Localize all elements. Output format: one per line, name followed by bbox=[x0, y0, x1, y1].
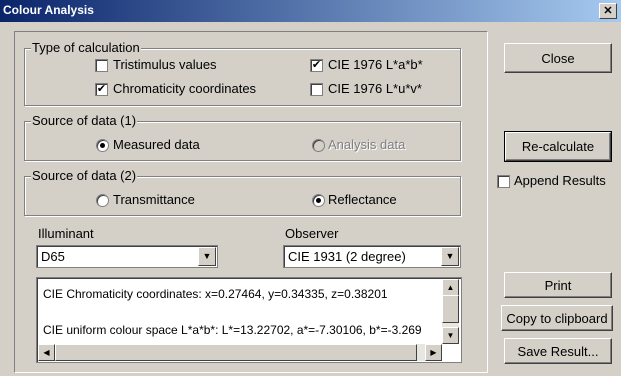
analysis-label: Analysis data bbox=[328, 137, 406, 152]
observer-value: CIE 1931 (2 degree) bbox=[288, 249, 406, 264]
cielab-label: CIE 1976 L*a*b* bbox=[328, 57, 423, 72]
cielab-checkbox[interactable]: ✔ bbox=[310, 59, 323, 72]
scroll-right-icon[interactable]: ▶ bbox=[425, 344, 442, 361]
chromaticity-checkbox[interactable]: ✔ bbox=[95, 83, 108, 96]
append-results-checkbox[interactable] bbox=[497, 175, 510, 188]
reflectance-radio[interactable] bbox=[312, 194, 325, 207]
tristimulus-checkbox[interactable] bbox=[95, 59, 108, 72]
observer-select[interactable]: CIE 1931 (2 degree) ▼ bbox=[283, 245, 461, 268]
measured-label: Measured data bbox=[113, 137, 200, 152]
title-bar: Colour Analysis ✕ bbox=[0, 0, 621, 22]
scroll-down-icon[interactable]: ▼ bbox=[442, 327, 459, 344]
transmittance-label: Transmittance bbox=[113, 192, 195, 207]
measured-radio[interactable] bbox=[96, 139, 109, 152]
scroll-left-icon[interactable]: ◀ bbox=[38, 344, 55, 361]
analysis-radio[interactable] bbox=[312, 139, 325, 152]
calc-type-legend: Type of calculation bbox=[31, 40, 141, 55]
source2-legend: Source of data (2) bbox=[31, 168, 138, 183]
chromaticity-label: Chromaticity coordinates bbox=[113, 81, 257, 96]
transmittance-radio[interactable] bbox=[96, 194, 109, 207]
source1-legend: Source of data (1) bbox=[31, 113, 138, 128]
window-title: Colour Analysis bbox=[3, 3, 94, 17]
close-icon[interactable]: ✕ bbox=[599, 3, 617, 19]
illuminant-select[interactable]: D65 ▼ bbox=[36, 245, 218, 268]
recalculate-button[interactable]: Re-calculate bbox=[504, 131, 612, 162]
results-textarea[interactable]: CIE Chromaticity coordinates: x=0.27464,… bbox=[36, 277, 462, 363]
chevron-down-icon[interactable]: ▼ bbox=[198, 247, 216, 266]
save-result-button[interactable]: Save Result... bbox=[504, 338, 612, 364]
cieluv-checkbox[interactable] bbox=[310, 83, 323, 96]
vertical-scroll-thumb[interactable] bbox=[442, 295, 459, 323]
close-button[interactable]: Close bbox=[504, 43, 612, 73]
illuminant-value: D65 bbox=[41, 249, 65, 264]
result-line-2: CIE uniform colour space L*a*b*: L*=13.2… bbox=[43, 323, 422, 337]
copy-to-clipboard-button[interactable]: Copy to clipboard bbox=[501, 305, 613, 331]
append-results-label: Append Results bbox=[514, 173, 606, 188]
observer-label: Observer bbox=[285, 226, 339, 241]
chevron-down-icon[interactable]: ▼ bbox=[441, 247, 459, 266]
print-button[interactable]: Print bbox=[504, 272, 612, 298]
scroll-up-icon[interactable]: ▲ bbox=[442, 279, 459, 296]
reflectance-label: Reflectance bbox=[328, 192, 397, 207]
horizontal-scroll-thumb[interactable] bbox=[55, 344, 417, 361]
illuminant-label: Illuminant bbox=[38, 226, 94, 241]
result-line-1: CIE Chromaticity coordinates: x=0.27464,… bbox=[43, 287, 388, 301]
cieluv-label: CIE 1976 L*u*v* bbox=[328, 81, 422, 96]
tristimulus-label: Tristimulus values bbox=[113, 57, 217, 72]
